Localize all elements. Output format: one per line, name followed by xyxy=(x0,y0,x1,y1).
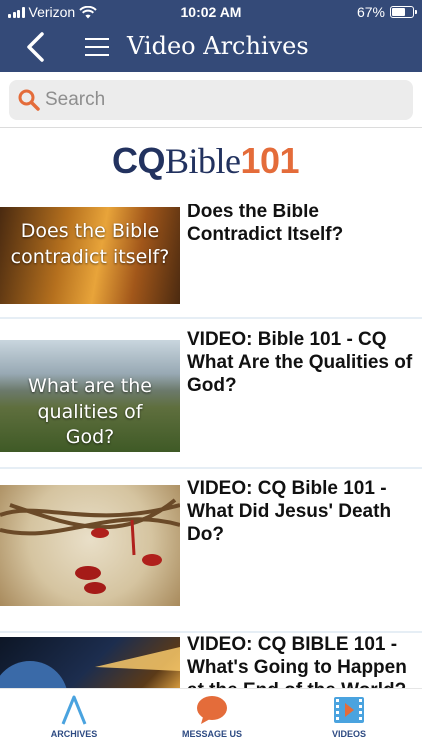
chevron-left-icon[interactable] xyxy=(22,30,54,64)
video-title[interactable]: VIDEO: Bible 101 - CQ What Are the Quali… xyxy=(187,328,419,397)
video-thumbnail[interactable] xyxy=(0,485,180,606)
battery-percent: 67% xyxy=(356,4,385,20)
logo-cq: CQ xyxy=(112,140,166,181)
video-thumbnail[interactable]: Does the Bible contradict itself? xyxy=(0,207,180,304)
earth-comet-image xyxy=(0,647,180,690)
crown-of-thorns-image xyxy=(0,498,180,594)
tab-archives[interactable]: ARCHIVES xyxy=(14,689,134,750)
search-field[interactable] xyxy=(9,80,413,120)
archives-a-icon xyxy=(61,695,87,725)
search-icon xyxy=(18,89,40,111)
page-title: Video Archives xyxy=(127,32,309,60)
video-title[interactable]: Does the Bible Contradict Itself? xyxy=(187,204,419,246)
tab-label: MESSAGE US xyxy=(181,729,242,739)
thumbnail-caption: What are the qualities of God? xyxy=(28,375,152,449)
video-title[interactable]: VIDEO: CQ Bible 101 - What Did Jesus' De… xyxy=(187,477,419,546)
video-item[interactable]: VIDEO: CQ Bible 101 - What Did Jesus' De… xyxy=(0,469,422,633)
search-bar xyxy=(0,72,422,128)
logo-bible: Bible xyxy=(165,141,241,181)
cq-bible-101-logo: CQBible101 xyxy=(0,128,422,204)
chat-bubble-icon xyxy=(197,696,227,724)
tab-message-us[interactable]: MESSAGE US xyxy=(152,689,272,750)
search-input[interactable] xyxy=(45,89,385,111)
video-title[interactable]: VIDEO: CQ BIBLE 101 - What's Going to Ha… xyxy=(187,633,419,690)
status-bar: Verizon 10:02 AM 67% xyxy=(0,0,422,24)
nav-bar: Video Archives xyxy=(0,24,422,70)
video-item[interactable]: Does the Bible contradict itself? Does t… xyxy=(0,204,422,319)
video-thumbnail[interactable] xyxy=(0,637,180,690)
logo-101: 101 xyxy=(240,140,300,181)
film-play-icon xyxy=(334,697,364,723)
video-item[interactable]: What are the qualities of God? VIDEO: Bi… xyxy=(0,319,422,469)
header: Verizon 10:02 AM 67% Video Archives xyxy=(0,0,422,72)
battery-icon xyxy=(390,6,417,18)
tab-bar: ARCHIVES MESSAGE US VIDEOS xyxy=(0,688,422,750)
tab-label: VIDEOS xyxy=(331,729,366,739)
video-list[interactable]: Does the Bible contradict itself? Does t… xyxy=(0,204,422,690)
tab-label: ARCHIVES xyxy=(50,729,98,739)
tab-videos[interactable]: VIDEOS xyxy=(289,689,409,750)
thumbnail-caption: Does the Bible contradict itself? xyxy=(10,220,170,268)
video-item[interactable]: VIDEO: CQ BIBLE 101 - What's Going to Ha… xyxy=(0,633,422,690)
battery-info: 67% xyxy=(356,4,417,20)
video-thumbnail[interactable]: What are the qualities of God? xyxy=(0,340,180,452)
hamburger-menu-icon[interactable] xyxy=(85,38,109,56)
